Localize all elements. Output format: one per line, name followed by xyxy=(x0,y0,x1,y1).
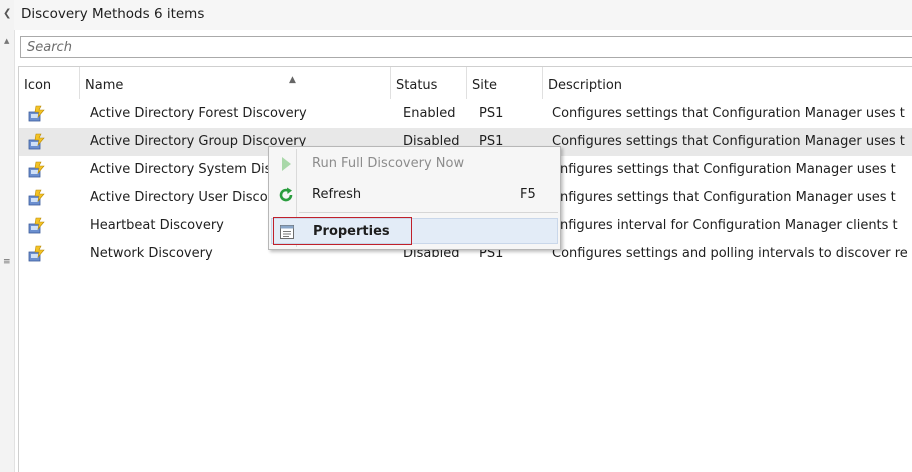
discovery-methods-table: Icon ▲ Name Status Site Description Acti… xyxy=(18,66,912,472)
column-header-status[interactable]: Status xyxy=(391,67,467,99)
menu-item-label: Run Full Discovery Now xyxy=(312,156,465,171)
row-description: onfigures interval for Configuration Man… xyxy=(552,218,898,233)
menu-item-properties[interactable]: Properties xyxy=(271,217,558,245)
row-description: Configures settings that Configuration M… xyxy=(552,134,905,149)
column-header-name[interactable]: ▲ Name xyxy=(80,67,391,99)
search-input[interactable] xyxy=(21,37,912,57)
discovery-method-icon xyxy=(27,156,47,184)
column-header-description[interactable]: Description xyxy=(543,67,912,99)
row-description: onfigures settings that Configuration Ma… xyxy=(552,190,896,205)
row-description: Configures settings that Configuration M… xyxy=(552,106,905,121)
menu-item-refresh[interactable]: Refresh F5 xyxy=(271,182,558,208)
sort-ascending-icon: ▲ xyxy=(289,75,296,85)
discovery-method-icon xyxy=(27,212,47,240)
row-description: onfigures settings that Configuration Ma… xyxy=(552,162,896,177)
menu-item-run-full-discovery-now[interactable]: Run Full Discovery Now xyxy=(271,151,558,177)
row-description: Configures settings and polling interval… xyxy=(552,246,908,261)
column-header-icon[interactable]: Icon xyxy=(19,67,80,99)
column-header-site[interactable]: Site xyxy=(467,67,543,99)
table-header: Icon ▲ Name Status Site Description xyxy=(19,67,912,99)
row-site: PS1 xyxy=(479,106,504,121)
row-status: Enabled xyxy=(403,106,456,121)
discovery-method-icon xyxy=(27,240,47,268)
table-row[interactable]: Active Directory Forest Discovery Enable… xyxy=(19,100,912,128)
title-bar: Discovery Methods 6 items xyxy=(14,0,912,30)
menu-item-label: Refresh xyxy=(312,187,362,202)
search-box[interactable] xyxy=(20,36,912,58)
left-pane-strip: ❮ ▲ ≡ xyxy=(0,0,15,472)
refresh-icon xyxy=(277,186,295,204)
collapse-arrow-icon[interactable]: ❮ xyxy=(3,8,11,19)
page-title: Discovery Methods 6 items xyxy=(21,6,205,22)
row-name: Active Directory Forest Discovery xyxy=(90,106,307,121)
play-icon xyxy=(277,155,295,173)
column-header-name-label: Name xyxy=(85,78,124,93)
discovery-method-icon xyxy=(27,184,47,212)
menu-item-shortcut: F5 xyxy=(520,187,536,202)
context-menu: Run Full Discovery Now Refresh F5 Proper… xyxy=(268,146,561,250)
scroll-up-icon[interactable]: ▲ xyxy=(4,37,9,45)
discovery-method-icon xyxy=(27,100,47,128)
splitter-grip-icon[interactable]: ≡ xyxy=(3,258,11,267)
discovery-method-icon xyxy=(27,128,47,156)
menu-item-label: Properties xyxy=(313,224,390,239)
menu-separator xyxy=(299,212,558,213)
properties-icon xyxy=(278,223,296,241)
